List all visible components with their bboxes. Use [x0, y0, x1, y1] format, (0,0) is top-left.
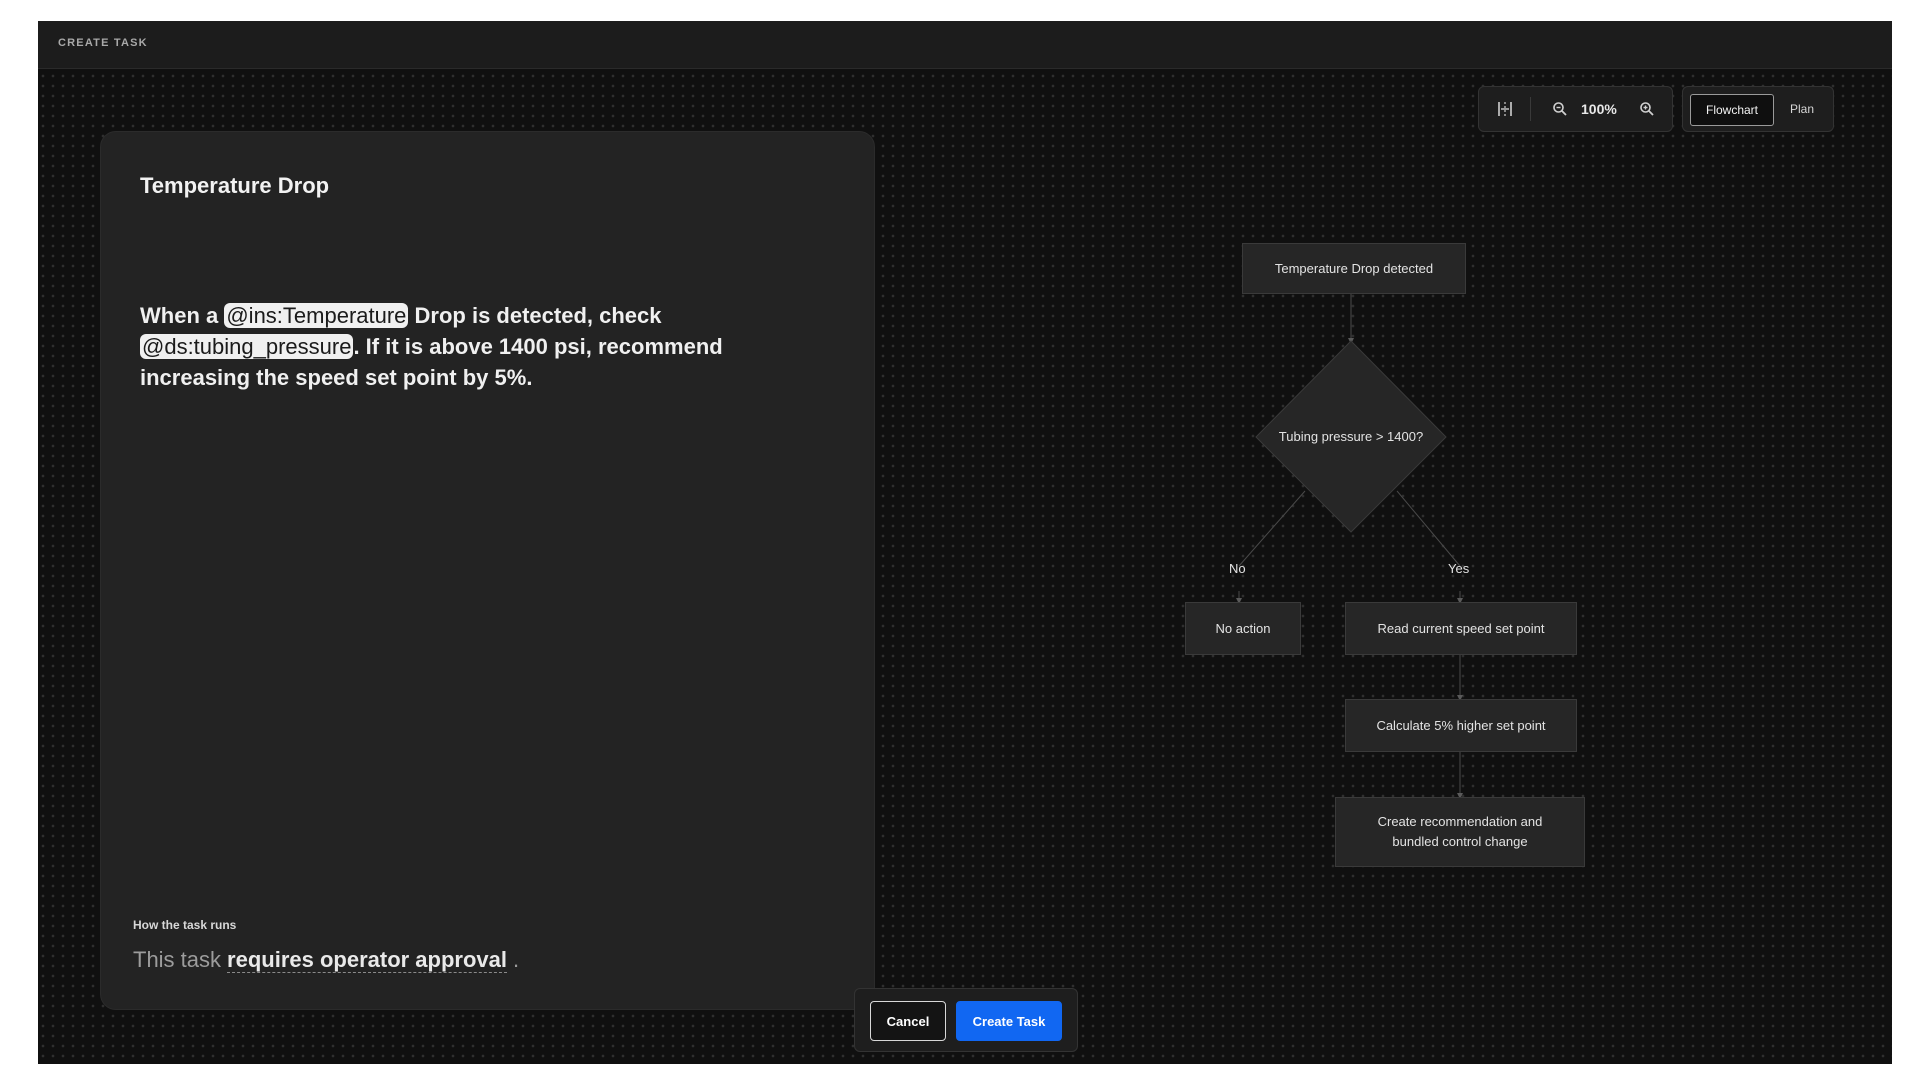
approval-mode-selector[interactable]: requires operator approval [227, 947, 508, 973]
mention-tubing-pressure[interactable]: @ds:tubing_pressure [140, 334, 354, 359]
flow-branch-no-label: No [1229, 561, 1246, 576]
flow-branch-yes-label: Yes [1448, 561, 1470, 576]
zoom-in-icon[interactable] [1637, 99, 1657, 119]
flow-node-start[interactable]: Temperature Drop detected [1242, 243, 1466, 294]
connector-decision-no [1238, 490, 1306, 567]
task-description[interactable]: When a @ins:Temperature Drop is detected… [140, 300, 760, 393]
runs-suffix: . [513, 947, 520, 972]
cancel-button[interactable]: Cancel [870, 1001, 946, 1041]
zoom-level: 100% [1581, 101, 1617, 117]
flow-node-read-speed[interactable]: Read current speed set point [1345, 602, 1577, 655]
tab-flowchart[interactable]: Flowchart [1690, 94, 1774, 126]
canvas-toolbar: 100% [1478, 86, 1673, 132]
align-columns-icon[interactable] [1495, 99, 1515, 119]
create-task-button[interactable]: Create Task [956, 1001, 1062, 1041]
connector-decision-yes [1396, 490, 1461, 567]
zoom-out-icon[interactable] [1550, 99, 1570, 119]
create-task-window: CREATE TASK Temperature Drop detected Tu… [38, 21, 1892, 1064]
runs-prefix: This task [133, 947, 222, 972]
action-bar: Cancel Create Task [854, 988, 1078, 1052]
mention-temperature[interactable]: @ins:Temperature [224, 303, 409, 328]
view-toggle: Flowchart Plan [1682, 86, 1834, 132]
flow-node-no-action[interactable]: No action [1185, 602, 1301, 655]
flow-node-create-recommendation[interactable]: Create recommendation and bundled contro… [1335, 797, 1585, 867]
task-panel: Temperature Drop When a @ins:Temperature… [100, 131, 875, 1010]
task-description-text: When a [140, 303, 225, 328]
toolbar-divider [1530, 97, 1531, 121]
flow-decision-label[interactable]: Tubing pressure > 1400? [1276, 429, 1426, 444]
how-task-runs-sentence: This task requires operator approval. [133, 947, 519, 973]
tab-plan[interactable]: Plan [1777, 94, 1827, 124]
task-title[interactable]: Temperature Drop [140, 173, 329, 199]
flow-node-calculate[interactable]: Calculate 5% higher set point [1345, 699, 1577, 752]
task-description-text: Drop is detected, check [408, 303, 662, 328]
how-task-runs-label: How the task runs [133, 918, 237, 932]
